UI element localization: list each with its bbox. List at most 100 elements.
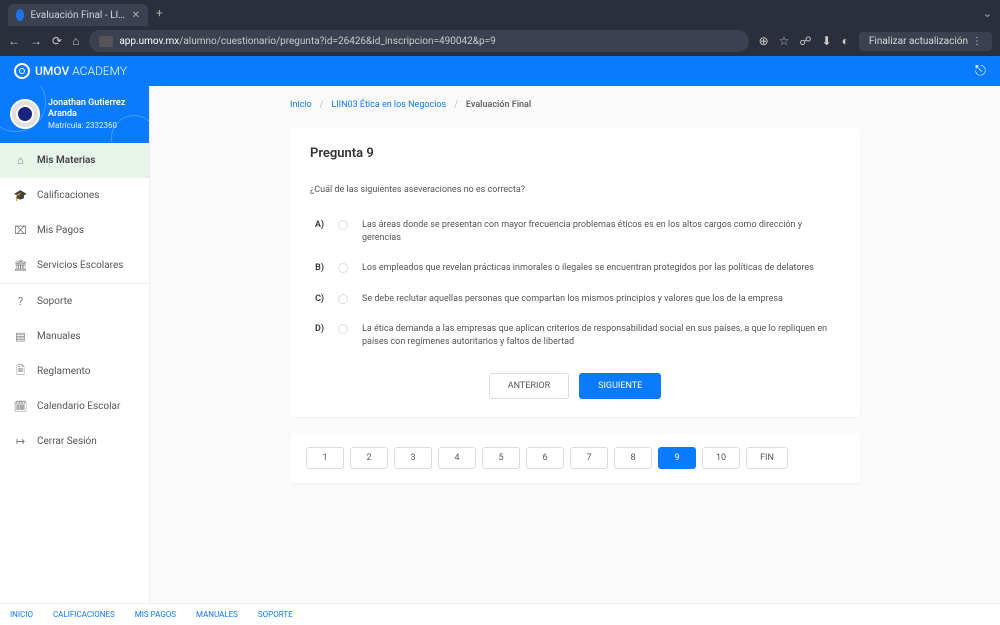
close-icon[interactable]: ✕ <box>132 10 140 21</box>
home-icon: ⌂ <box>14 154 27 167</box>
option-text: Las áreas donde se presentan con mayor f… <box>362 219 840 244</box>
window-menu-icon[interactable]: ⌄ <box>983 7 992 20</box>
logo-icon <box>14 63 30 79</box>
translate-icon[interactable]: ⊕ <box>759 34 769 48</box>
sidebar-item-reglamento[interactable]: 🗎 Reglamento <box>0 354 149 389</box>
profile-icon[interactable]: ◐ <box>842 34 849 48</box>
sidebar-item-label: Soporte <box>37 296 72 307</box>
help-icon: ? <box>14 295 27 308</box>
reload-button[interactable]: ⟳ <box>52 34 62 48</box>
logout-icon[interactable]: ⎋ <box>975 63 986 79</box>
profile-matricula: Matrícula: 2332360 <box>48 121 139 131</box>
tab-favicon <box>16 9 24 21</box>
option-row: B)Los empleados que revelan prácticas in… <box>310 262 840 275</box>
option-letter: C) <box>310 293 324 306</box>
footer-link-manuales[interactable]: MANUALES <box>196 610 238 619</box>
browser-url-bar: ← → ⟳ ⌂ app.umov.mx/alumno/cuestionario/… <box>0 26 1000 56</box>
profile-card: Jonathan Gutierrez Aranda Matrícula: 233… <box>0 86 149 143</box>
question-title: Pregunta 9 <box>310 146 840 161</box>
sidebar-item-label: Calendario Escolar <box>37 401 120 412</box>
page-button-2[interactable]: 2 <box>350 447 388 469</box>
url-text: app.umov.mx/alumno/cuestionario/pregunta… <box>119 36 495 47</box>
sidebar-item-mis-materias[interactable]: ⌂ Mis Materias <box>0 143 149 178</box>
page-button-6[interactable]: 6 <box>526 447 564 469</box>
page-button-1[interactable]: 1 <box>306 447 344 469</box>
update-button[interactable]: Finalizar actualización⋮ <box>859 32 992 51</box>
options-list: A) Las áreas donde se presentan con mayor… <box>310 219 840 349</box>
sidebar-item-label: Mis Materias <box>37 155 96 166</box>
option-radio[interactable] <box>338 324 348 334</box>
breadcrumb-sep: / <box>454 100 458 110</box>
page-button-fin[interactable]: FIN <box>746 447 788 469</box>
wallet-icon: ⌧ <box>14 224 27 237</box>
page-button-8[interactable]: 8 <box>614 447 652 469</box>
logout-icon: ↦ <box>14 435 27 448</box>
kebab-icon: ⋮ <box>972 36 982 47</box>
sidebar-item-label: Servicios Escolares <box>37 260 123 271</box>
browser-tab[interactable]: Evaluación Final - LIIN03 Étic… ✕ <box>8 4 148 26</box>
option-radio[interactable] <box>338 294 348 304</box>
building-icon: 🏛 <box>14 259 27 272</box>
footer-link-mis-pagos[interactable]: MIS PAGOS <box>135 610 176 619</box>
option-text: La ética demanda a las empresas que apli… <box>362 323 840 348</box>
sidebar-item-label: Calificaciones <box>37 190 99 201</box>
page-button-7[interactable]: 7 <box>570 447 608 469</box>
question-nav: ANTERIOR SIGUIENTE <box>310 373 840 399</box>
option-radio[interactable] <box>338 263 348 273</box>
page-button-3[interactable]: 3 <box>394 447 432 469</box>
footer-link-inicio[interactable]: INICIO <box>10 610 33 619</box>
sidebar-item-label: Reglamento <box>37 366 90 377</box>
forward-button[interactable]: → <box>30 34 42 48</box>
option-letter: D) <box>310 323 324 336</box>
breadcrumb-sep: / <box>320 100 324 110</box>
sidebar-item-manuales[interactable]: ▤ Manuales <box>0 319 149 354</box>
option-row: A) Las áreas donde se presentan con mayor… <box>310 219 840 244</box>
url-field[interactable]: app.umov.mx/alumno/cuestionario/pregunta… <box>89 30 748 52</box>
page-button-10[interactable]: 10 <box>702 447 740 469</box>
sidebar-item-soporte[interactable]: ? Soporte <box>0 284 149 319</box>
tab-title: Evaluación Final - LIIN03 Étic… <box>30 10 125 21</box>
option-radio[interactable] <box>338 220 348 230</box>
option-letter: B) <box>310 262 324 275</box>
sidebar-item-label: Cerrar Sesión <box>37 436 97 447</box>
doc-icon: 🗎 <box>14 365 27 378</box>
page-button-9[interactable]: 9 <box>658 447 696 469</box>
breadcrumb-course[interactable]: LIIN03 Ética en los Negocios <box>331 100 446 110</box>
app-header: UMOV ACADEMY ⎋ <box>0 56 1000 86</box>
option-row: C)Se debe reclutar aquellas personas que… <box>310 293 840 306</box>
app-logo[interactable]: UMOV ACADEMY <box>14 63 127 79</box>
page-button-4[interactable]: 4 <box>438 447 476 469</box>
browser-actions: ⊕ ☆ ☍ ⬇ ◐ Finalizar actualización⋮ <box>759 32 992 51</box>
sidebar-item-mis-pagos[interactable]: ⌧ Mis Pagos <box>0 213 149 248</box>
footer: INICIO CALIFICACIONES MIS PAGOS MANUALES SOP… <box>0 603 1000 625</box>
sidebar-item-label: Mis Pagos <box>37 225 84 236</box>
page-button-5[interactable]: 5 <box>482 447 520 469</box>
question-prompt: ¿Cuál de las siguientes aseveraciones no… <box>310 185 840 195</box>
footer-link-soporte[interactable]: SOPORTE <box>258 610 293 619</box>
prev-button[interactable]: ANTERIOR <box>489 373 569 399</box>
main-area: Jonathan Gutierrez Aranda Matrícula: 233… <box>0 86 1000 603</box>
profile-name: Jonathan Gutierrez Aranda <box>48 98 139 121</box>
site-info-icon[interactable] <box>99 36 113 47</box>
content-area: Inicio / LIIN03 Ética en los Negocios / … <box>150 86 1000 603</box>
star-icon[interactable]: ☆ <box>779 34 790 48</box>
sidebar-item-calificaciones[interactable]: 🎓Calificaciones <box>0 178 149 213</box>
browser-tab-bar: Evaluación Final - LIIN03 Étic… ✕ + ⌄ <box>0 0 1000 26</box>
sidebar-item-servicios-escolares[interactable]: 🏛 Servicios Escolares <box>0 248 149 283</box>
option-letter: A) <box>310 219 324 232</box>
breadcrumb-home[interactable]: Inicio <box>290 100 312 110</box>
new-tab-button[interactable]: + <box>156 6 163 20</box>
next-button[interactable]: SIGUIENTE <box>579 373 661 399</box>
sidebar-item-calendario-escolar[interactable]: 🗓 Calendario Escolar <box>0 389 149 424</box>
back-button[interactable]: ← <box>8 34 20 48</box>
download-icon[interactable]: ⬇ <box>822 34 832 48</box>
footer-link-calificaciones[interactable]: CALIFICACIONES <box>53 610 115 619</box>
pager-card: 123456789 10 FIN <box>290 433 860 483</box>
sidebar-item-label: Manuales <box>37 331 81 342</box>
book-icon: ▤ <box>14 330 27 343</box>
extension-icon[interactable]: ☍ <box>799 34 811 48</box>
home-button[interactable]: ⌂ <box>72 34 79 48</box>
breadcrumb: Inicio / LIIN03 Ética en los Negocios / … <box>290 100 860 110</box>
calendar-icon: 🗓 <box>14 400 27 413</box>
sidebar-item-cerrar-sesión[interactable]: ↦ Cerrar Sesión <box>0 424 149 459</box>
